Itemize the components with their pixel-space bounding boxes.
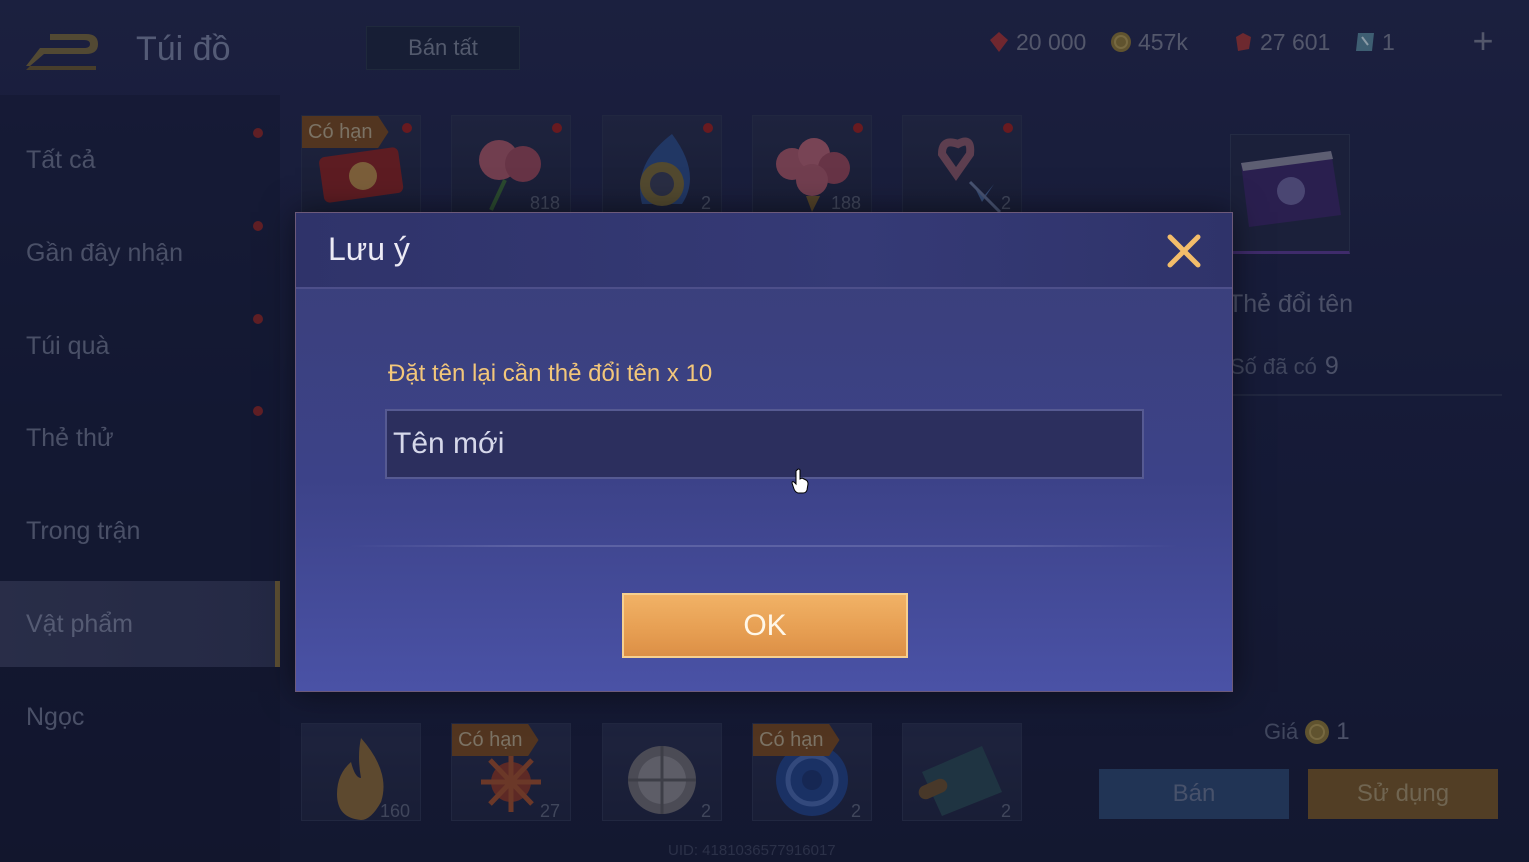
- dialog-header: Lưu ý: [296, 213, 1232, 289]
- ok-button[interactable]: OK: [622, 593, 908, 658]
- dialog-message: Đặt tên lại cần thẻ đổi tên x 10: [388, 360, 713, 387]
- divider: [351, 545, 1177, 547]
- dialog-title: Lưu ý: [328, 231, 410, 267]
- new-name-input[interactable]: [385, 409, 1144, 479]
- close-icon[interactable]: [1164, 231, 1204, 271]
- hand-cursor-icon: [791, 468, 809, 494]
- rename-dialog: Lưu ý Đặt tên lại cần thẻ đổi tên x 10 O…: [295, 212, 1233, 692]
